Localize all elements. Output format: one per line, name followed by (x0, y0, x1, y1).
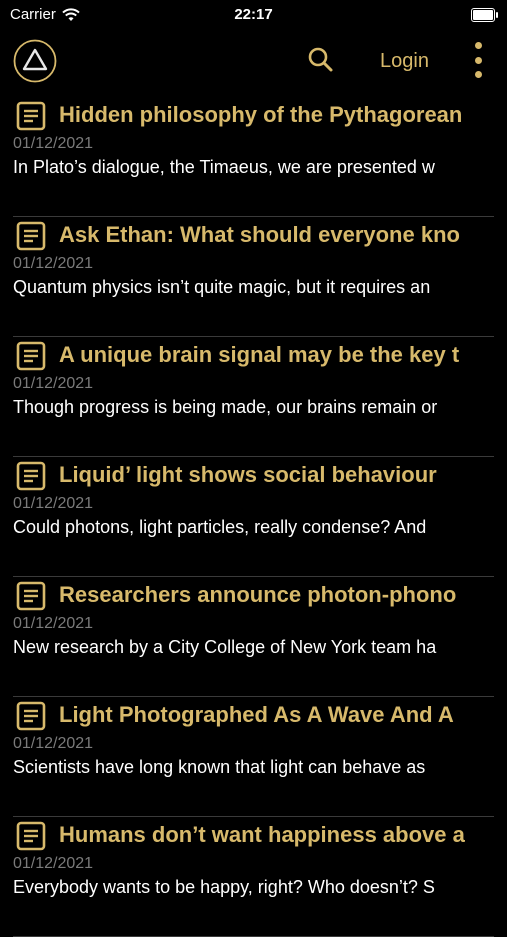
article-date: 01/12/2021 (13, 255, 94, 272)
top-nav-bar: Login (0, 30, 507, 94)
search-icon[interactable] (305, 44, 337, 76)
article-snippet: In Plato’s dialogue, the Timaeus, we are… (13, 157, 435, 177)
article-item[interactable]: Light Photographed As A Wave And A 01/12… (13, 697, 494, 817)
article-snippet: Scientists have long known that light ca… (13, 757, 426, 777)
article-date: 01/12/2021 (13, 855, 94, 872)
article-date: 01/12/2021 (13, 495, 94, 512)
article-icon (16, 461, 46, 491)
article-snippet: Though progress is being made, our brain… (13, 397, 438, 417)
article-item[interactable]: Researchers announce photon-phono 01/12/… (13, 577, 494, 697)
article-icon (16, 701, 46, 731)
battery-icon (471, 8, 498, 22)
article-item[interactable]: A unique brain signal may be the key t 0… (13, 337, 494, 457)
article-item[interactable]: Hidden philosophy of the Pythagorean 01/… (13, 97, 494, 217)
article-icon (16, 341, 46, 371)
article-item[interactable]: Ask Ethan: What should everyone kno 01/1… (13, 217, 494, 337)
article-title[interactable]: A unique brain signal may be the key t (59, 339, 494, 371)
article-list: Hidden philosophy of the Pythagorean 01/… (0, 97, 507, 937)
status-time: 22:17 (234, 6, 273, 23)
article-title[interactable]: Humans don’t want happiness above a (59, 819, 494, 851)
article-icon (16, 101, 46, 131)
status-bar: Carrier 22:17 (0, 0, 507, 30)
app-logo-icon[interactable] (13, 39, 57, 83)
article-date: 01/12/2021 (13, 135, 94, 152)
article-date: 01/12/2021 (13, 735, 94, 752)
article-item[interactable]: Humans don’t want happiness above a 01/1… (13, 817, 494, 937)
article-snippet: Quantum physics isn’t quite magic, but i… (13, 277, 431, 297)
article-snippet: New research by a City College of New Yo… (13, 637, 437, 657)
article-title[interactable]: Hidden philosophy of the Pythagorean (59, 99, 494, 131)
article-title[interactable]: Ask Ethan: What should everyone kno (59, 219, 494, 251)
more-options-icon[interactable] (468, 42, 488, 78)
article-item[interactable]: Liquid’ light shows social behaviour 01/… (13, 457, 494, 577)
article-title[interactable]: Light Photographed As A Wave And A (59, 699, 494, 731)
article-icon (16, 821, 46, 851)
login-button[interactable]: Login (380, 46, 429, 76)
article-snippet: Everybody wants to be happy, right? Who … (13, 877, 435, 897)
article-title[interactable]: Liquid’ light shows social behaviour (59, 459, 494, 491)
article-snippet: Could photons, light particles, really c… (13, 517, 427, 537)
article-date: 01/12/2021 (13, 375, 94, 392)
article-date: 01/12/2021 (13, 615, 94, 632)
article-title[interactable]: Researchers announce photon-phono (59, 579, 494, 611)
article-icon (16, 221, 46, 251)
article-icon (16, 581, 46, 611)
